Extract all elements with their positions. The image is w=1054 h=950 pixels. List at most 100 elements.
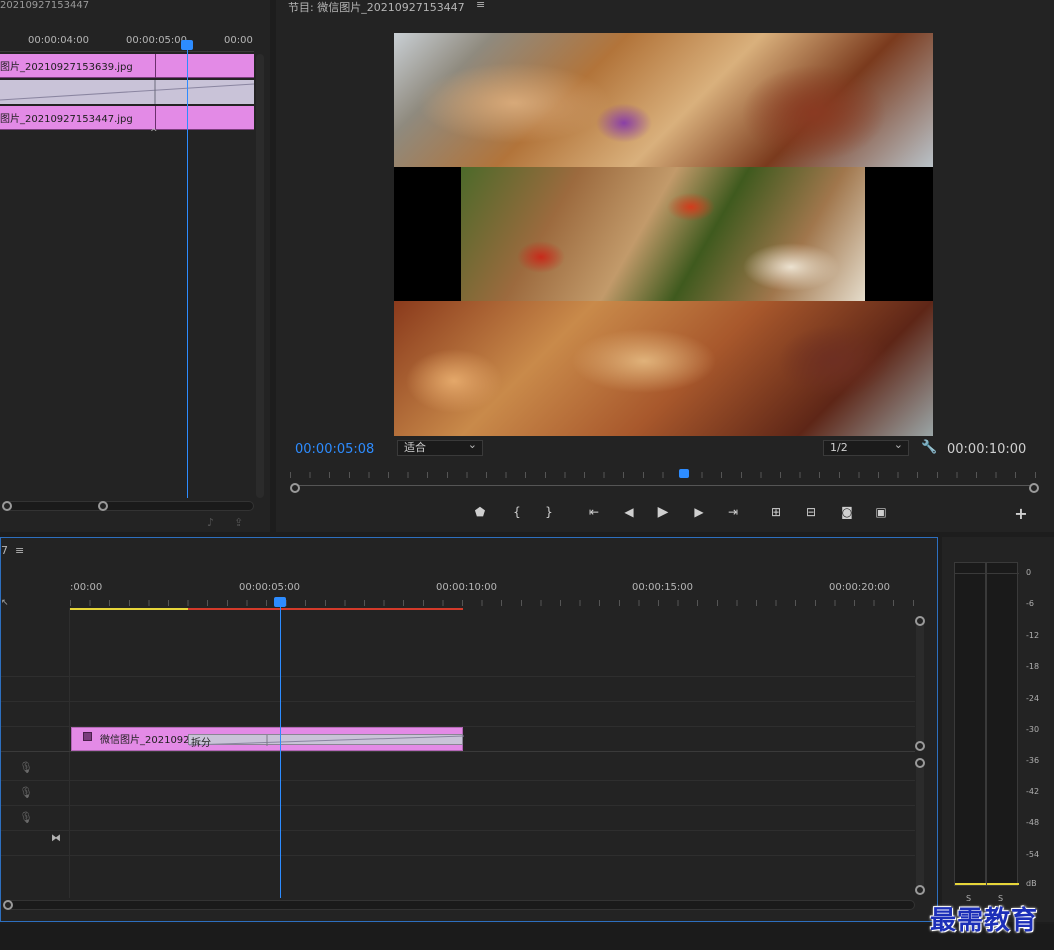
timeline-ruler-label: 00:00:20:00: [829, 582, 891, 593]
microphone-icon[interactable]: 🎙: [19, 761, 33, 775]
preview-image-top: [394, 33, 933, 167]
track-divider: [1, 751, 915, 752]
source-clip-v1[interactable]: 图片_20210927153447.jpg: [0, 106, 254, 130]
mark-out-icon[interactable]: }: [538, 501, 560, 523]
meter-scale-label: -36: [1026, 756, 1040, 765]
fit-dropdown[interactable]: 适合: [397, 438, 483, 456]
meter-scale-label: -42: [1026, 787, 1040, 796]
status-strip: [0, 924, 1054, 950]
preview-image-middle: [461, 167, 865, 301]
track-divider: [1, 830, 915, 831]
play-icon[interactable]: ▶: [652, 501, 674, 523]
extract-icon[interactable]: ⊟: [800, 501, 822, 523]
source-playhead-line: [187, 46, 188, 498]
bowtie-icon[interactable]: ⧓: [51, 833, 61, 844]
lift-icon[interactable]: ⊞: [765, 501, 787, 523]
timeline-playhead-handle[interactable]: [274, 597, 286, 607]
meter-scale-label: -54: [1026, 850, 1040, 859]
timeline-ruler-label: 00:00:15:00: [632, 582, 694, 593]
video-track-scrollbar[interactable]: [916, 620, 924, 746]
track-divider: [1, 701, 915, 702]
source-vertical-scrollbar[interactable]: [256, 54, 264, 498]
go-to-in-icon[interactable]: ⇤: [583, 501, 605, 523]
audio-track-scrollbar[interactable]: [916, 762, 924, 888]
timeline-clip-label: 微信图片_2021092: [100, 735, 190, 746]
render-bar: [188, 608, 463, 610]
transition-line-icon: [0, 80, 255, 104]
source-playhead-handle[interactable]: [181, 40, 193, 50]
timeline-ruler-label: 00:00:10:00: [436, 582, 498, 593]
microphone-icon[interactable]: 🎙: [19, 811, 33, 825]
source-clip-v2[interactable]: 图片_20210927153639.jpg: [0, 54, 254, 78]
current-timecode[interactable]: 00:00:05:08: [295, 442, 374, 457]
scroll-knob-top[interactable]: [915, 616, 925, 626]
fx-badge-icon: [83, 732, 92, 741]
transition-label: 拆分: [191, 738, 211, 749]
step-forward-icon[interactable]: ▶: [688, 501, 710, 523]
timeline-transition[interactable]: 拆分: [188, 734, 464, 749]
scroll-knob-left[interactable]: [2, 501, 12, 511]
watermark-logo: 最需教育: [930, 906, 1039, 936]
work-area-bar[interactable]: [70, 608, 188, 610]
timeline-title: 7: [1, 544, 8, 557]
source-ruler-label: 00:00:05:00: [126, 35, 188, 46]
go-to-out-icon[interactable]: ⇥: [722, 501, 744, 523]
mark-in-icon[interactable]: {: [506, 501, 528, 523]
export-icon[interactable]: ⇪: [234, 516, 243, 529]
microphone-icon[interactable]: 🎙: [19, 786, 33, 800]
track-divider: [1, 676, 915, 677]
source-ruler-label: 00:00: [224, 35, 253, 46]
track-divider: [1, 805, 915, 806]
wrench-icon[interactable]: 🔧: [921, 440, 937, 455]
program-zoom-scrollbar[interactable]: [294, 485, 1034, 491]
camera-icon[interactable]: ◙: [836, 501, 858, 523]
scroll-knob-bottom[interactable]: [915, 885, 925, 895]
zoom-knob-left[interactable]: [290, 483, 300, 493]
duration-timecode: 00:00:10:00: [947, 442, 1027, 457]
panel-menu-icon[interactable]: ≡: [15, 544, 24, 557]
wrench-small-icon[interactable]: ↖: [1, 598, 9, 608]
timeline-ruler[interactable]: :00:00 00:00:05:00 00:00:10:00 00:00:15:…: [70, 578, 915, 610]
track-divider: [1, 780, 915, 781]
meter-channel-right: [986, 562, 1019, 886]
source-ruler-label: 00:00:04:00: [28, 35, 90, 46]
source-panel-title: 20210927153447: [0, 0, 90, 11]
zoom-knob-right[interactable]: [1029, 483, 1039, 493]
scroll-knob-bottom[interactable]: [915, 741, 925, 751]
step-back-icon[interactable]: ◀: [618, 501, 640, 523]
meter-scale-label: -12: [1026, 631, 1040, 640]
scroll-knob-left[interactable]: [3, 900, 13, 910]
meter-scale-label: -18: [1026, 662, 1040, 671]
chevron-up-icon: ^: [150, 128, 158, 138]
source-transition-strip[interactable]: [0, 80, 255, 104]
source-panel: 20210927153447 00:00:04:00 00:00:05:00 0…: [0, 0, 270, 532]
meter-scale-label: 0: [1026, 568, 1032, 577]
comparison-view-icon[interactable]: ▣: [870, 501, 892, 523]
program-monitor: 节目: 微信图片_20210927153447 ≡ 00:00:05:08 适合…: [276, 0, 1054, 532]
meter-scale-label: -24: [1026, 694, 1040, 703]
track-divider: [1, 855, 915, 856]
program-preview[interactable]: [394, 33, 933, 436]
scroll-knob-top[interactable]: [915, 758, 925, 768]
timeline-playhead-line: [280, 602, 281, 898]
resolution-dropdown[interactable]: 1/2: [823, 438, 909, 456]
transition-line-icon: [189, 735, 464, 746]
add-marker-icon[interactable]: ⬟: [469, 501, 491, 523]
source-clip-v2-label: 图片_20210927153639.jpg: [0, 62, 133, 73]
source-horizontal-scrollbar[interactable]: [4, 501, 254, 511]
source-ruler[interactable]: 00:00:04:00 00:00:05:00 00:00: [0, 30, 254, 52]
timeline-ruler-label: :00:00: [70, 582, 103, 593]
program-mini-ruler[interactable]: [290, 470, 1036, 482]
program-playhead-handle[interactable]: [679, 469, 689, 478]
add-button[interactable]: +: [1010, 502, 1032, 524]
timeline-ruler-label: 00:00:05:00: [239, 582, 301, 593]
scroll-knob-right[interactable]: [98, 501, 108, 511]
panel-menu-icon[interactable]: ≡: [476, 0, 485, 11]
timeline-clip[interactable]: 微信图片_2021092 拆分: [71, 727, 464, 751]
source-clip-v1-label: 图片_20210927153447.jpg: [0, 114, 133, 125]
timeline-horizontal-scrollbar[interactable]: [5, 900, 915, 910]
clip-edit-line: [155, 54, 156, 78]
program-monitor-title: 节目: 微信图片_20210927153447: [288, 1, 465, 14]
music-note-icon[interactable]: ♪: [207, 516, 214, 529]
timeline-panel: 7 ≡ ↖ :00:00 00:00:05:00 00:00:10:00 00:…: [0, 537, 938, 922]
